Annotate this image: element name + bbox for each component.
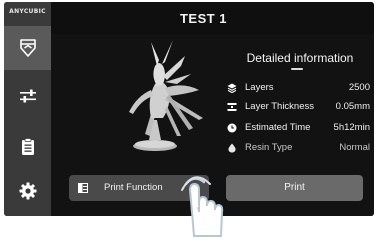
sliders-icon <box>19 89 36 103</box>
info-row-estimated-time: Estimated Time 5h12min <box>225 121 370 135</box>
print-function-label: Print Function <box>104 182 163 193</box>
sidebar-item-files[interactable] <box>4 26 51 70</box>
sidebar: ANYCUBIC <box>4 2 51 216</box>
sidebar-item-settings[interactable] <box>4 169 51 213</box>
function-grid-icon <box>78 183 88 193</box>
page-title: TEST 1 <box>179 10 228 26</box>
info-row-layer-thickness: Layer Thickness 0.05mm <box>225 100 370 114</box>
layers-label: Layers <box>245 82 274 93</box>
layer-thickness-label: Layer Thickness <box>245 101 314 112</box>
estimated-time-value: 5h12min <box>333 122 370 133</box>
info-title: Detailed information <box>246 51 354 65</box>
resin-type-value: Normal <box>339 142 370 153</box>
resin-drop-icon <box>228 143 236 153</box>
brand-logo: ANYCUBIC <box>9 8 46 15</box>
sidebar-item-logs[interactable] <box>4 125 51 169</box>
document-list-icon <box>21 138 34 155</box>
model-preview <box>129 40 203 151</box>
shield-file-icon <box>19 39 36 57</box>
layer-thickness-value: 0.05mm <box>335 101 370 112</box>
sidebar-item-adjust[interactable] <box>4 74 51 118</box>
estimated-time-label: Estimated Time <box>245 122 311 133</box>
resin-type-label: Resin Type <box>245 142 293 153</box>
clock-icon <box>227 123 237 133</box>
print-button[interactable]: Print <box>226 175 363 201</box>
gear-icon <box>19 182 36 200</box>
layers-value: 2500 <box>348 82 370 93</box>
info-row-resin-type: Resin Type Normal <box>225 141 370 155</box>
layer-thickness-icon <box>227 103 237 111</box>
top-bar: TEST 1 <box>51 2 374 34</box>
info-row-layers: Layers 2500 <box>225 81 370 95</box>
layers-icon <box>227 83 237 93</box>
tap-hand-icon <box>181 176 224 237</box>
title-underline <box>291 68 303 70</box>
print-label: Print <box>284 182 305 193</box>
